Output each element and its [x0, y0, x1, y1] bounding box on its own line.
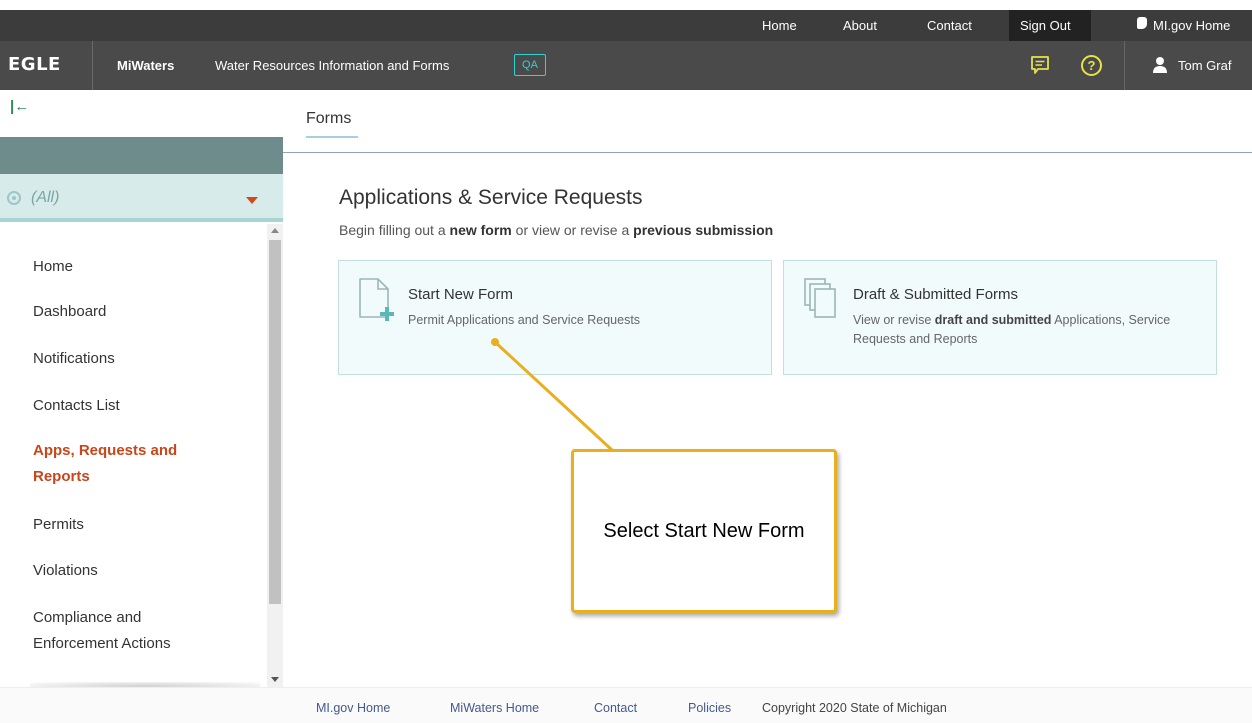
card-title: Draft & Submitted Forms	[853, 286, 1019, 303]
sidebar-item-dashboard[interactable]: Dashboard	[33, 299, 106, 325]
footer-copyright: Copyright 2020 State of Michigan	[762, 701, 947, 715]
main-divider	[283, 152, 1252, 153]
program-select[interactable]: (All)	[0, 174, 283, 222]
logo-divider	[92, 41, 93, 90]
program-select-value: (All)	[31, 189, 60, 206]
callout-box: Select Start New Form	[571, 449, 837, 613]
top-nav-home[interactable]: Home	[762, 10, 797, 41]
user-divider	[1124, 41, 1125, 90]
user-name[interactable]: Tom Graf	[1178, 58, 1231, 73]
card-description: Permit Applications and Service Requests	[408, 313, 641, 327]
card-description: View or revise draft and submitted Appli…	[853, 313, 1171, 346]
tab-underline	[306, 136, 358, 138]
collapse-sidebar-icon[interactable]: |←	[10, 98, 29, 115]
sidebar-item-violations[interactable]: Violations	[33, 558, 98, 584]
chevron-down-icon	[246, 197, 258, 204]
top-nav-bar: Home About Contact Sign Out MI.gov Home	[0, 10, 1252, 41]
egle-logo[interactable]: EGLE	[8, 54, 61, 75]
footer-link-contact[interactable]: Contact	[594, 701, 637, 715]
footer-link-policies[interactable]: Policies	[688, 701, 731, 715]
sidebar-band	[0, 137, 283, 174]
top-nav-migov-home[interactable]: MI.gov Home	[1153, 10, 1230, 41]
help-icon[interactable]: ?	[1081, 55, 1102, 76]
sidebar-item-notifications[interactable]: Notifications	[33, 346, 115, 372]
app-name[interactable]: MiWaters	[117, 58, 174, 73]
footer-link-migov-home[interactable]: MI.gov Home	[316, 701, 390, 715]
top-nav-about[interactable]: About	[843, 10, 877, 41]
environment-badge: QA	[514, 54, 546, 76]
sidebar-item-apps-requests-reports[interactable]: Apps, Requests and Reports	[33, 438, 208, 490]
sidebar-scrollbar[interactable]	[267, 224, 283, 687]
page-title: Applications & Service Requests	[339, 186, 643, 209]
sidebar-item-compliance-enforcement[interactable]: Compliance and Enforcement Actions	[33, 605, 223, 657]
sidebar: |← (All) Home Dashboard Notifications Co…	[0, 90, 283, 690]
callout-text: Select Start New Form	[603, 520, 805, 542]
app-subtitle: Water Resources Information and Forms	[215, 58, 450, 73]
scroll-up-icon[interactable]	[271, 228, 279, 233]
sign-out-label: Sign Out	[1020, 18, 1071, 33]
chat-icon[interactable]	[1030, 55, 1050, 75]
michigan-icon	[1137, 17, 1147, 29]
sidebar-item-permits[interactable]: Permits	[33, 512, 84, 538]
radio-icon	[7, 191, 21, 205]
page-subtitle: Begin filling out a new form or view or …	[339, 222, 774, 238]
scrollbar-thumb[interactable]	[269, 240, 281, 604]
start-new-form-card[interactable]: Start New Form Permit Applications and S…	[338, 260, 772, 375]
sidebar-item-contacts-list[interactable]: Contacts List	[33, 393, 120, 419]
top-strip	[0, 0, 1252, 10]
footer: MI.gov Home MiWaters Home Contact Polici…	[0, 687, 1252, 723]
sidebar-item-home[interactable]: Home	[33, 254, 73, 280]
user-icon[interactable]	[1153, 56, 1167, 74]
footer-link-miwaters-home[interactable]: MiWaters Home	[450, 701, 539, 715]
top-nav-contact[interactable]: Contact	[927, 10, 972, 41]
card-title: Start New Form	[408, 286, 514, 303]
app-bar: EGLE MiWaters Water Resources Informatio…	[0, 41, 1252, 90]
sidebar-nav: Home Dashboard Notifications Contacts Li…	[0, 224, 267, 687]
sign-out-button[interactable]: Sign Out	[1009, 10, 1091, 41]
documents-stack-icon	[804, 278, 836, 318]
draft-submitted-forms-card[interactable]: Draft & Submitted Forms View or revise d…	[783, 260, 1217, 375]
new-document-icon	[359, 278, 394, 321]
tab-forms[interactable]: Forms	[306, 110, 351, 128]
scroll-down-icon[interactable]	[271, 677, 279, 682]
